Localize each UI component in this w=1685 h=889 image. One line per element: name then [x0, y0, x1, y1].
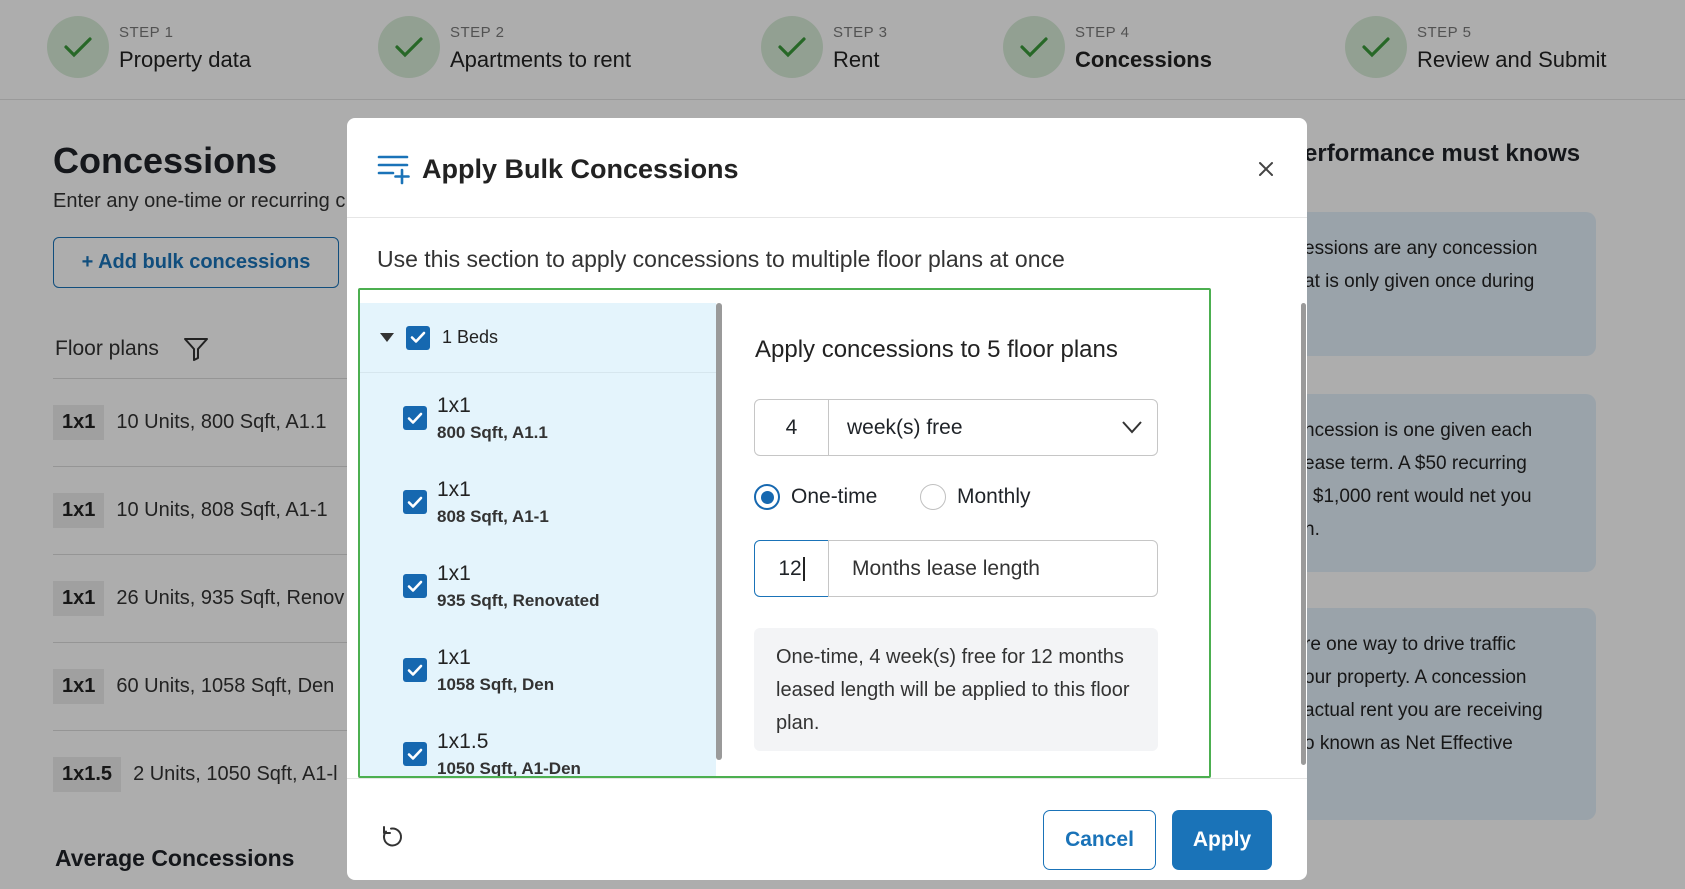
list-add-icon	[377, 155, 410, 185]
focus-frame	[358, 288, 1211, 778]
bulk-concessions-modal: Apply Bulk Concessions Use this section …	[347, 118, 1307, 880]
modal-scrollbar[interactable]	[1301, 303, 1306, 765]
modal-description: Use this section to apply concessions to…	[377, 246, 1065, 272]
reset-icon[interactable]	[381, 825, 405, 849]
cancel-button[interactable]: Cancel	[1043, 810, 1156, 870]
close-icon[interactable]	[1253, 156, 1279, 182]
modal-footer: Cancel Apply	[347, 778, 1307, 880]
modal-header: Apply Bulk Concessions	[347, 118, 1307, 218]
modal-title: Apply Bulk Concessions	[422, 154, 739, 184]
apply-button[interactable]: Apply	[1172, 810, 1272, 870]
